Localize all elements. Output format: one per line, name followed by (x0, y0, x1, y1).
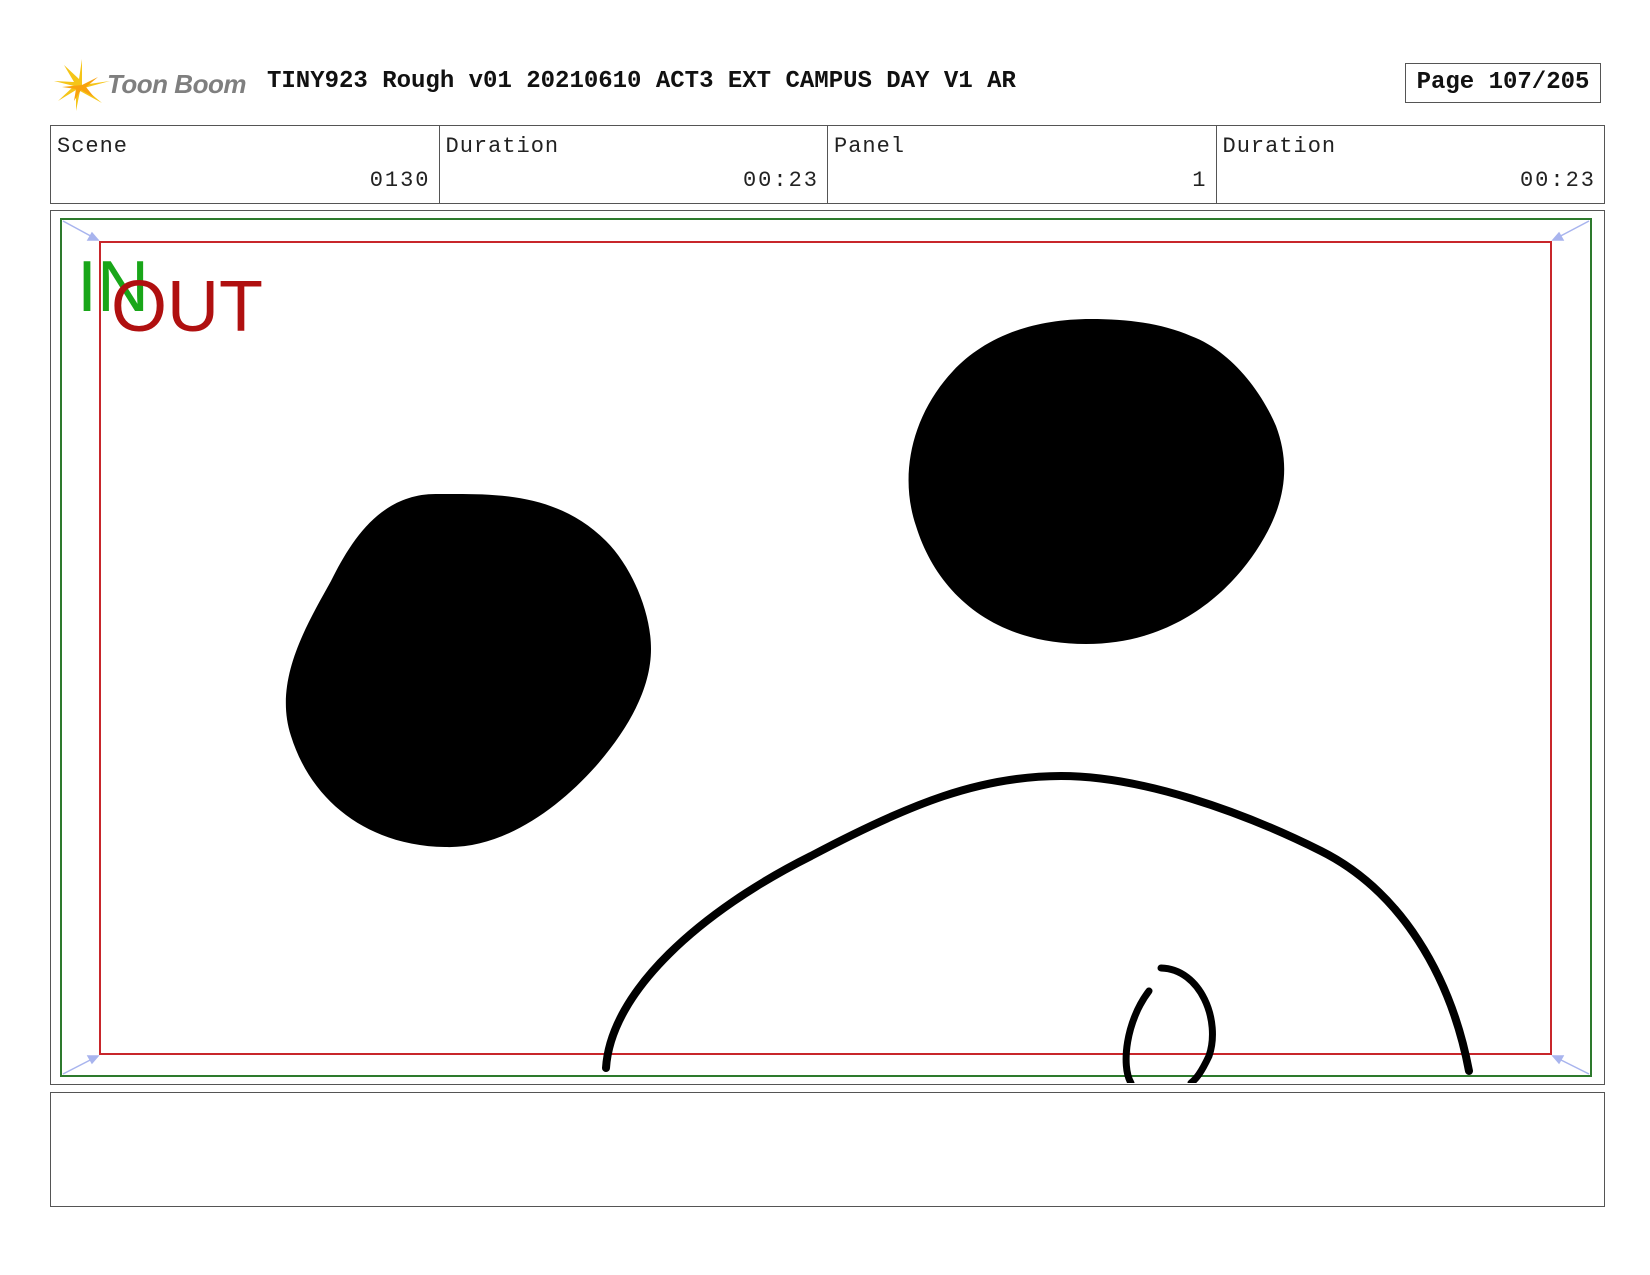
scene-info-table: Scene 0130 Duration 00:23 Panel 1 Durati… (50, 125, 1605, 204)
scene-value: 0130 (369, 168, 431, 193)
out-marker: OUT (111, 267, 263, 347)
starburst-icon (54, 59, 110, 111)
toon-boom-logo: Toon Boom (52, 57, 252, 113)
right-eye (908, 319, 1285, 644)
panel-duration-cell: Duration 00:23 (1217, 126, 1605, 203)
left-eye (285, 493, 651, 848)
panel-value: 1 (1192, 168, 1208, 193)
storyboard-panel: IN OUT (50, 210, 1605, 1085)
scene-duration-label: Duration (445, 134, 560, 159)
small-curve-right (1157, 964, 1216, 1083)
panel-notes (50, 1092, 1605, 1207)
scene-cell: Scene 0130 (51, 126, 440, 203)
page-number: Page 107/205 (1405, 63, 1601, 103)
panel-drawing: IN OUT (60, 218, 1592, 1083)
document-title: TINY923 Rough v01 20210610 ACT3 EXT CAMP… (267, 68, 1016, 95)
panel-duration-label: Duration (1222, 134, 1337, 159)
scene-duration-value: 00:23 (742, 168, 819, 193)
panel-label: Panel (834, 134, 906, 159)
logo-text: Toon Boom (107, 69, 246, 99)
scene-label: Scene (57, 134, 129, 159)
panel-cell: Panel 1 (828, 126, 1217, 203)
page-header: Toon Boom TINY923 Rough v01 20210610 ACT… (52, 55, 1607, 115)
mouth-arc (602, 771, 1473, 1075)
panel-duration-value: 00:23 (1519, 168, 1596, 193)
small-curve-left (1122, 987, 1153, 1083)
corner-arrows (62, 220, 1590, 1075)
scene-duration-cell: Duration 00:23 (440, 126, 828, 203)
outer-camera-frame (60, 218, 1592, 1077)
